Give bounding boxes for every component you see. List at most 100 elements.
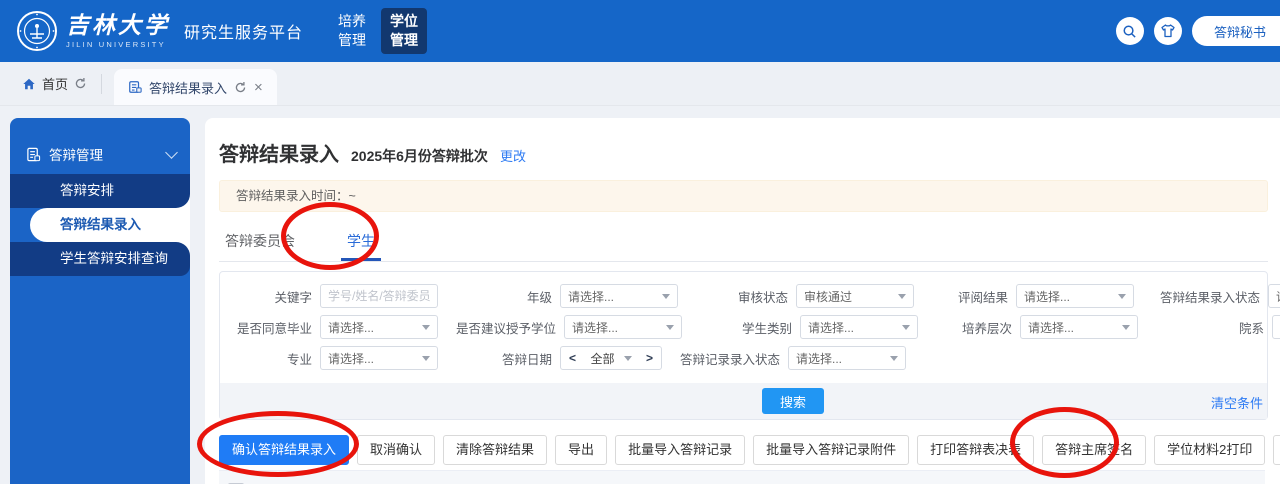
defense-date-control[interactable]: < 全部 > xyxy=(560,346,662,370)
filter-label: 年级 xyxy=(456,287,552,306)
tab-separator xyxy=(101,74,102,94)
filter-field-student-type: 学生类别 请选择... xyxy=(700,315,918,339)
sidebar-item-defense-result-entry[interactable]: 答辩结果录入 xyxy=(30,208,190,242)
col-audit-status[interactable]: 审核状态 xyxy=(619,471,713,484)
filter-field-grade: 年级 请选择... xyxy=(456,284,678,308)
filter-field-major: 专业 请选择... xyxy=(232,346,438,370)
chair-signature-button[interactable]: 答辩主席签名 xyxy=(1042,435,1146,465)
sidebar-item-defense-arrangement[interactable]: 答辩安排 xyxy=(10,174,190,208)
clear-conditions-link[interactable]: 清空条件 xyxy=(1211,393,1263,412)
filter-field-suggest-degree: 是否建议授予学位 请选择... xyxy=(456,315,682,339)
change-batch-link[interactable]: 更改 xyxy=(500,146,526,165)
col-suggest-degree[interactable]: 是否建议授予学位 xyxy=(1111,471,1191,484)
view-tabs: 答辩委员会 学生 xyxy=(219,222,1268,262)
batch-import-attachments-button[interactable]: 批量导入答辩记录附件 xyxy=(753,435,909,465)
search-button[interactable] xyxy=(1116,17,1144,45)
prev-arrow[interactable]: < xyxy=(569,351,576,365)
audit-status-select[interactable]: 审核通过 xyxy=(796,284,914,308)
caret-down-icon xyxy=(898,294,906,299)
sidebar-item-student-defense-query[interactable]: 学生答辩安排查询 xyxy=(10,242,190,276)
suggest-degree-select[interactable]: 请选择... xyxy=(564,315,682,339)
caret-down-icon xyxy=(624,356,632,361)
refresh-icon[interactable] xyxy=(234,81,247,94)
caret-down-icon xyxy=(902,325,910,330)
next-arrow[interactable]: > xyxy=(646,351,653,365)
col-review-result[interactable]: 评阅结果 xyxy=(1041,471,1111,484)
filter-label: 评阅结果 xyxy=(932,287,1008,306)
batch-import-records-button[interactable]: 批量导入答辩记录 xyxy=(615,435,745,465)
filter-row: 专业 请选择... 答辩日期 < 全部 > xyxy=(220,346,1267,370)
filter-panel: 关键字 年级 请选择... 审核状态 审核通过 xyxy=(219,271,1268,420)
filter-label: 答辩日期 xyxy=(456,349,552,368)
clear-defense-result-button[interactable]: 清除答辩结果 xyxy=(443,435,547,465)
col-student-type[interactable]: 学生类别 xyxy=(894,471,971,484)
sidebar-group-defense-management[interactable]: 答辩管理 xyxy=(10,134,190,174)
form-icon xyxy=(26,147,41,162)
filter-field-training-level: 培养层次 请选择... xyxy=(936,315,1138,339)
print-vote-form-button[interactable]: 打印答辩表决表 xyxy=(917,435,1034,465)
caret-down-icon xyxy=(422,325,430,330)
student-type-select[interactable]: 请选择... xyxy=(800,315,918,339)
filter-field-defense-date: 答辩日期 < 全部 > xyxy=(456,346,662,370)
filter-field-department: 院系 请选择... xyxy=(1156,315,1280,339)
tab-defense-committee[interactable]: 答辩委员会 xyxy=(219,222,301,261)
user-badge[interactable]: 答辩秘书 xyxy=(1192,16,1280,46)
university-name: 吉林大学 xyxy=(66,14,170,37)
filter-field-record-entry-status: 答辩记录录入状态 请选择... xyxy=(680,346,906,370)
degree-material2-print-button[interactable]: 学位材料2打印 xyxy=(1154,435,1265,465)
platform-title: 研究生服务平台 xyxy=(184,19,303,43)
training-level-select[interactable]: 请选择... xyxy=(1020,315,1138,339)
agree-graduate-select[interactable]: 请选择... xyxy=(320,315,438,339)
home-tab[interactable]: 首页 xyxy=(22,74,87,93)
home-icon xyxy=(22,77,36,91)
filter-label: 审核状态 xyxy=(696,287,788,306)
search-submit-button[interactable]: 搜索 xyxy=(762,388,824,414)
filter-label: 答辩结果录入状态 xyxy=(1152,287,1260,306)
university-name-block: 吉林大学 Jilin University xyxy=(66,14,170,49)
filter-field-audit-status: 审核状态 审核通过 xyxy=(696,284,914,308)
col-department[interactable]: 院系 xyxy=(1191,471,1265,484)
keyword-input[interactable] xyxy=(320,284,438,308)
nav-item-degree[interactable]: 学位 管理 xyxy=(381,8,427,54)
sidebar-submenu: 答辩安排 答辩结果录入 学生答辩安排查询 xyxy=(10,174,190,276)
main-content: 答辩结果录入 2025年6月份答辩批次 更改 答辩结果录入时间：~ 答辩委员会 … xyxy=(205,118,1280,484)
university-name-en: Jilin University xyxy=(66,41,170,49)
chevron-down-icon xyxy=(165,146,178,159)
filter-row: 关键字 年级 请选择... 审核状态 审核通过 xyxy=(220,284,1267,308)
sidebar: 答辩管理 答辩安排 答辩结果录入 学生答辩安排查询 xyxy=(10,118,190,484)
filter-field-result-entry-status: 答辩结果录入状态 请选择... xyxy=(1152,284,1280,308)
result-entry-status-select[interactable]: 请选择... xyxy=(1268,284,1280,308)
review-result-select[interactable]: 请选择... xyxy=(1016,284,1134,308)
col-operation: 操作 xyxy=(253,471,411,484)
active-route-tab[interactable]: 答辩结果录入 × xyxy=(114,69,277,105)
title-row: 答辩结果录入 2025年6月份答辩批次 更改 xyxy=(205,118,1280,167)
confirm-result-entry-button[interactable]: 确认答辩结果录入 xyxy=(219,435,349,465)
search-icon xyxy=(1122,24,1137,39)
caret-down-icon xyxy=(1122,325,1130,330)
defense-record-form-button[interactable]: 答辩记录表 xyxy=(1273,435,1280,465)
batch-label: 2025年6月份答辩批次 xyxy=(351,146,488,166)
grade-select[interactable]: 请选择... xyxy=(560,284,678,308)
record-entry-status-select[interactable]: 请选择... xyxy=(788,346,906,370)
col-student-id[interactable]: 学号 xyxy=(411,471,506,484)
col-record-entry[interactable]: 答辩记录录... xyxy=(813,471,894,484)
app-header: 吉林大学 Jilin University 研究生服务平台 培养 管理 学位 管… xyxy=(0,0,1280,62)
major-select[interactable]: 请选择... xyxy=(320,346,438,370)
filter-field-keyword: 关键字 xyxy=(232,284,438,308)
filter-label: 关键字 xyxy=(232,287,312,306)
department-select[interactable]: 请选择... xyxy=(1272,315,1280,339)
filter-label: 答辩记录录入状态 xyxy=(680,349,780,368)
cancel-confirm-button[interactable]: 取消确认 xyxy=(357,435,435,465)
filter-label: 专业 xyxy=(232,349,312,368)
theme-button[interactable] xyxy=(1154,17,1182,45)
refresh-icon[interactable] xyxy=(74,77,87,90)
tab-student[interactable]: 学生 xyxy=(341,222,381,261)
close-icon[interactable]: × xyxy=(254,80,263,95)
nav-item-training[interactable]: 培养 管理 xyxy=(329,8,375,54)
route-tabbar: 首页 答辩结果录入 × xyxy=(0,62,1280,106)
col-training-level[interactable]: 培养层次 xyxy=(971,471,1041,484)
caret-down-icon xyxy=(662,294,670,299)
export-button[interactable]: 导出 xyxy=(555,435,607,465)
col-result-entry-status[interactable]: 答辩结果录入状态 xyxy=(713,471,813,484)
col-name[interactable]: 姓名 xyxy=(506,471,619,484)
